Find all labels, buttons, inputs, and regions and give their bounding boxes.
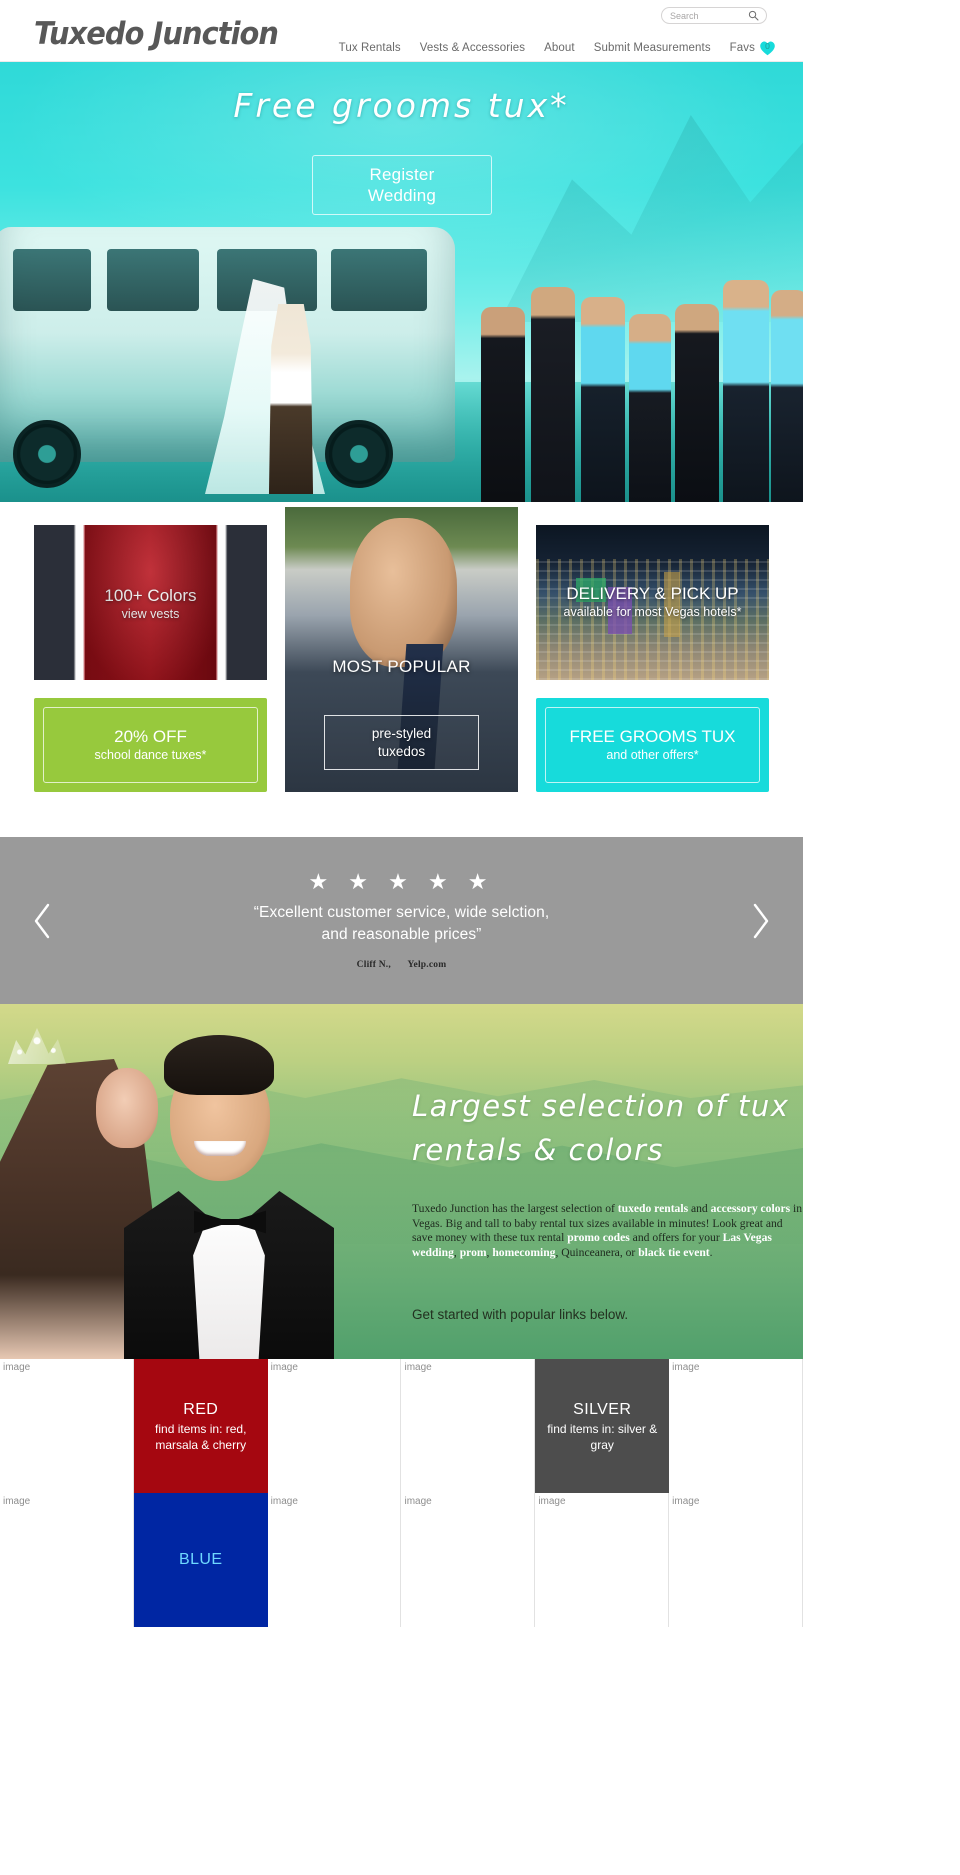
testimonial-quote: “Excellent customer service, wide selcti… bbox=[254, 902, 549, 946]
nav-item-submit-measurements[interactable]: Submit Measurements bbox=[594, 42, 711, 54]
color-swatch-blue[interactable]: BLUE bbox=[133, 1493, 268, 1627]
color-swatch-red[interactable]: RED find items in: red, marsala & cherry bbox=[133, 1359, 268, 1493]
broken-image-cell[interactable] bbox=[0, 1359, 134, 1493]
broken-image-cell[interactable] bbox=[267, 1359, 402, 1493]
search-box[interactable] bbox=[661, 7, 767, 24]
nav-item-vests-accessories[interactable]: Vests & Accessories bbox=[420, 42, 525, 54]
register-wedding-button[interactable]: Register Wedding bbox=[312, 155, 492, 215]
color-swatch-title: RED bbox=[183, 1401, 219, 1418]
nav-item-about[interactable]: About bbox=[544, 42, 575, 54]
free-grooms-title: FREE GROOMS TUX bbox=[569, 727, 736, 746]
heart-icon[interactable]: 0 bbox=[758, 39, 777, 56]
promo-band-school-dance-inner: 20% OFF school dance tuxes* bbox=[43, 707, 258, 783]
pre-styled-tuxedos-button[interactable]: pre-styled tuxedos bbox=[324, 715, 479, 770]
color-grid-row: RED find items in: red, marsala & cherry S… bbox=[0, 1359, 803, 1493]
prom-guy-figure bbox=[120, 1029, 345, 1359]
hero-headline: Free grooms tux* bbox=[233, 86, 570, 125]
about-heading-line1: Largest selection of tux bbox=[412, 1089, 790, 1123]
site-header: Tuxedo Junction Tux Rentals Vests & Acce… bbox=[0, 0, 803, 62]
free-grooms-sub: and other offers* bbox=[606, 748, 699, 762]
broken-image-cell[interactable] bbox=[669, 1493, 803, 1627]
favs-label[interactable]: Favs bbox=[730, 42, 755, 54]
register-wedding-line1: Register bbox=[369, 165, 435, 184]
broken-image-cell[interactable] bbox=[535, 1493, 670, 1627]
promo-delivery-sub: available for most Vegas hotels* bbox=[563, 605, 742, 619]
broken-image-cell[interactable] bbox=[669, 1359, 803, 1493]
color-swatch-silver[interactable]: SILVER find items in: silver & gray bbox=[535, 1359, 670, 1493]
hero-wedding-party bbox=[473, 257, 803, 502]
school-dance-sub: school dance tuxes* bbox=[94, 748, 207, 762]
broken-image-cell[interactable] bbox=[401, 1359, 536, 1493]
color-swatch-title: SILVER bbox=[573, 1401, 632, 1418]
about-section: Largest selection of tux rentals & color… bbox=[0, 1004, 803, 1359]
pre-styled-line2: tuxedos bbox=[377, 743, 426, 759]
favs-link[interactable]: Favs 0 bbox=[730, 39, 777, 56]
promo-most-popular-label: MOST POPULAR bbox=[332, 657, 471, 676]
testimonial-quote-line1: “Excellent customer service, wide selcti… bbox=[253, 904, 550, 921]
promo-colors-title: 100+ Colors bbox=[104, 586, 197, 605]
promo-band-school-dance[interactable]: 20% OFF school dance tuxes* bbox=[34, 698, 267, 792]
prom-guy-hair bbox=[164, 1035, 274, 1095]
carousel-prev-arrow-icon[interactable] bbox=[30, 899, 56, 943]
promo-colors-sub: view vests bbox=[121, 607, 180, 621]
promo-band-free-grooms-tux-inner: FREE GROOMS TUX and other offers* bbox=[545, 707, 760, 783]
school-dance-title: 20% OFF bbox=[114, 727, 187, 746]
promo-delivery-caption: DELIVERY & PICK UP available for most Ve… bbox=[536, 583, 769, 620]
broken-image-cell[interactable] bbox=[267, 1493, 402, 1627]
promo-band-free-grooms-tux[interactable]: FREE GROOMS TUX and other offers* bbox=[536, 698, 769, 792]
promo-tiles-section: 100+ Colors view vests MOST POPULAR pre-… bbox=[0, 502, 803, 837]
testimonial-attribution: Cliff N., Yelp.com bbox=[357, 960, 447, 970]
main-nav: Tux Rentals Vests & Accessories About Su… bbox=[339, 39, 777, 56]
about-body-text: Tuxedo Junction has the largest selectio… bbox=[412, 1202, 803, 1259]
about-heading: Largest selection of tux rentals & color… bbox=[412, 1084, 792, 1172]
testimonial-quote-line2: and reasonable prices” bbox=[321, 926, 482, 943]
testimonial-carousel: ★ ★ ★ ★ ★ “Excellent customer service, w… bbox=[0, 837, 803, 1004]
search-input[interactable] bbox=[670, 8, 748, 23]
color-swatch-subtitle: find items in: red, marsala & cherry bbox=[155, 1422, 247, 1452]
prom-couple-photo bbox=[0, 1004, 365, 1359]
broken-image-cell[interactable] bbox=[401, 1493, 536, 1627]
site-logo[interactable]: Tuxedo Junction bbox=[34, 16, 279, 52]
register-wedding-line2: Wedding bbox=[367, 186, 437, 205]
color-grid-row: BLUE bbox=[0, 1493, 803, 1627]
carousel-next-arrow-icon[interactable] bbox=[747, 899, 773, 943]
broken-image-cell[interactable] bbox=[0, 1493, 134, 1627]
color-links-grid: RED find items in: red, marsala & cherry S… bbox=[0, 1359, 803, 1627]
hero-banner: Free grooms tux* Register Wedding bbox=[0, 62, 803, 502]
testimonial-source: Yelp.com bbox=[407, 960, 447, 970]
promo-tile-delivery[interactable]: DELIVERY & PICK UP available for most Ve… bbox=[536, 525, 769, 680]
color-swatch-title: BLUE bbox=[179, 1551, 223, 1568]
promo-tile-colors[interactable]: 100+ Colors view vests bbox=[34, 525, 267, 680]
tiara-icon bbox=[8, 1028, 66, 1064]
nav-item-tux-rentals[interactable]: Tux Rentals bbox=[339, 42, 401, 54]
color-swatch-subtitle: find items in: silver & gray bbox=[547, 1422, 658, 1452]
promo-delivery-title: DELIVERY & PICK UP bbox=[566, 584, 739, 603]
about-cta-text: Get started with popular links below. bbox=[412, 1307, 629, 1322]
page-root: Tuxedo Junction Tux Rentals Vests & Acce… bbox=[0, 0, 803, 1627]
search-icon[interactable] bbox=[748, 10, 759, 21]
promo-tile-colors-caption: 100+ Colors view vests bbox=[34, 585, 267, 622]
prom-guy-smile bbox=[194, 1141, 246, 1156]
favs-count: 0 bbox=[765, 41, 770, 52]
prom-guy-shirt bbox=[193, 1219, 265, 1359]
pre-styled-line1: pre-styled bbox=[371, 725, 432, 741]
about-heading-line2: rentals & colors bbox=[412, 1133, 665, 1167]
testimonial-author: Cliff N., bbox=[356, 960, 391, 970]
rating-stars: ★ ★ ★ ★ ★ bbox=[308, 869, 495, 894]
